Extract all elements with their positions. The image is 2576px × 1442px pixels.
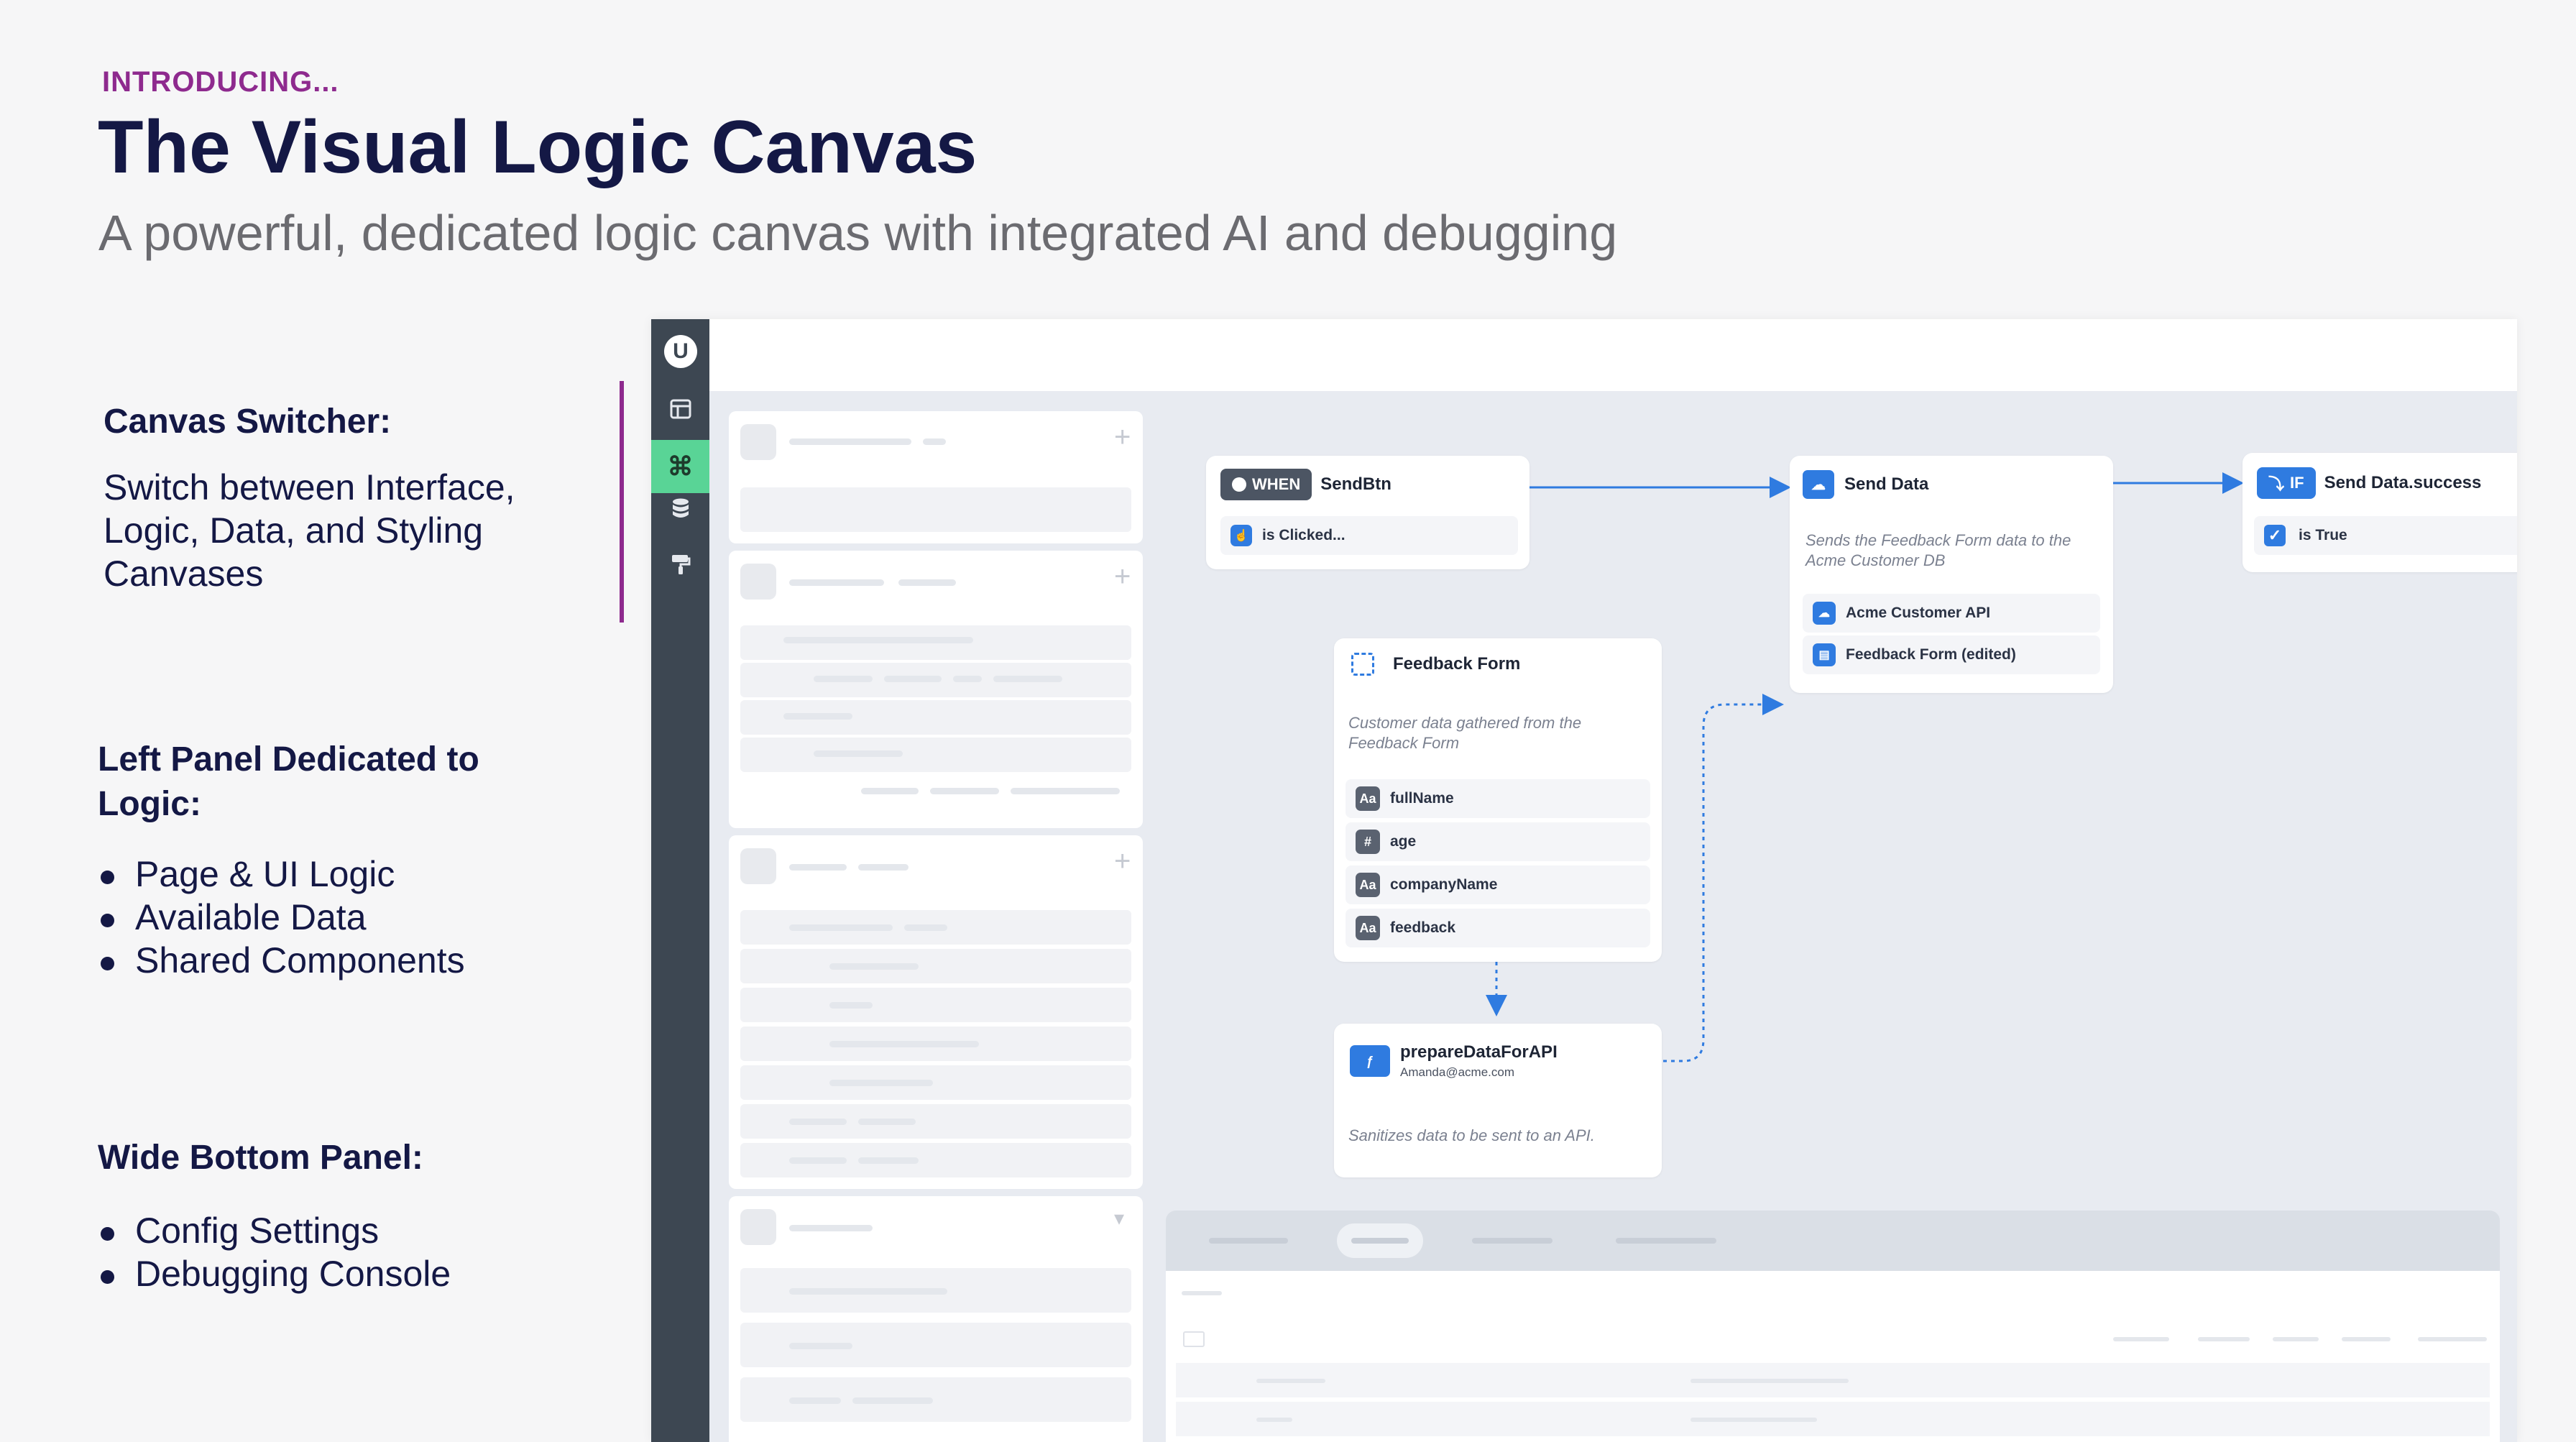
when-node[interactable]: WHEN SendBtn ☝ is Clicked...	[1206, 456, 1530, 569]
section-text: Switch between Interface,	[104, 467, 515, 508]
bullet-item: Config Settings	[98, 1209, 615, 1252]
section-text: Canvases	[104, 554, 264, 594]
cloud-icon: ☁	[1813, 602, 1836, 625]
input-row[interactable]: ☁ Acme Customer API	[1803, 594, 2100, 633]
text-type-icon: Aa	[1356, 786, 1380, 811]
field-row[interactable]: Aa fullName	[1346, 779, 1650, 818]
bottom-panel-content	[1166, 1271, 2500, 1442]
when-chip: WHEN	[1220, 469, 1312, 500]
feedback-form-node[interactable]: Feedback Form Customer data gathered fro…	[1334, 638, 1662, 962]
eyebrow: INTRODUCING...	[102, 66, 339, 98]
bullet-item: Shared Components	[98, 939, 615, 982]
section-heading: Logic:	[98, 785, 201, 823]
when-target: SendBtn	[1320, 474, 1392, 494]
bottom-panel	[1166, 1211, 2500, 1442]
field-row[interactable]: # age	[1346, 822, 1650, 861]
section-heading: Wide Bottom Panel:	[98, 1139, 423, 1177]
section-canvas-switcher: Canvas Switcher: Switch between Interfac…	[104, 400, 621, 595]
cloud-upload-icon: ☁	[1803, 470, 1834, 499]
page-title: The Visual Logic Canvas	[98, 106, 978, 189]
bullet-item: Page & UI Logic	[98, 853, 615, 896]
clock-icon	[1232, 477, 1246, 492]
form-icon	[1351, 653, 1374, 676]
if-chip: ⤵ IF	[2257, 467, 2316, 499]
field-row[interactable]: Aa feedback	[1346, 909, 1650, 947]
node-title: Feedback Form	[1393, 654, 1521, 674]
node-description: Customer data gathered from the Feedback…	[1348, 714, 1582, 752]
section-bottom-panel: Wide Bottom Panel: Config Settings Debug…	[98, 1136, 615, 1295]
if-condition-row[interactable]: ✓ is True	[2254, 516, 2517, 555]
node-description: Sanitizes data to be sent to an API.	[1348, 1126, 1595, 1144]
node-description: Sends the Feedback Form data to the Acme…	[1806, 531, 2071, 569]
function-icon: ƒ	[1350, 1045, 1390, 1077]
branch-icon: ⤵	[2268, 475, 2285, 493]
bottom-panel-tabs	[1166, 1211, 2500, 1271]
send-data-node[interactable]: ☁ Send Data Sends the Feedback Form data…	[1790, 456, 2113, 693]
connector-line	[1663, 694, 1784, 1062]
prepare-data-node[interactable]: ƒ prepareDataForAPI Amanda@acme.com Sani…	[1334, 1024, 1662, 1177]
section-heading: Left Panel Dedicated to	[98, 740, 479, 779]
text-type-icon: Aa	[1356, 916, 1380, 940]
section-left-panel: Left Panel Dedicated to Logic: Page & UI…	[98, 738, 615, 982]
section-text: Logic, Data, and Styling	[104, 510, 484, 551]
node-title: prepareDataForAPI	[1400, 1042, 1558, 1062]
input-row[interactable]: ▤ Feedback Form (edited)	[1803, 635, 2100, 674]
pointer-icon: ☝	[1230, 525, 1252, 546]
if-target: Send Data.success	[2324, 473, 2482, 492]
bullet-item: Debugging Console	[98, 1252, 615, 1295]
page-subtitle: A powerful, dedicated logic canvas with …	[98, 205, 1618, 261]
if-node[interactable]: ⤵ IF Send Data.success ✓ is True	[2242, 453, 2517, 572]
table-row[interactable]	[1176, 1402, 2490, 1436]
node-author: Amanda@acme.com	[1400, 1065, 1514, 1079]
node-title: Send Data	[1844, 474, 1929, 494]
section-heading: Canvas Switcher:	[104, 403, 392, 441]
bullet-item: Available Data	[98, 896, 615, 939]
field-row[interactable]: Aa companyName	[1346, 865, 1650, 904]
form-icon: ▤	[1813, 643, 1836, 666]
number-type-icon: #	[1356, 830, 1380, 854]
checkbox-icon: ✓	[2264, 525, 2286, 546]
when-event-row[interactable]: ☝ is Clicked...	[1220, 516, 1518, 555]
app-window: U ⌘ + + + ▾ WHEN SendBtn ☝ is Clicked...…	[651, 319, 2517, 1442]
text-type-icon: Aa	[1356, 873, 1380, 897]
